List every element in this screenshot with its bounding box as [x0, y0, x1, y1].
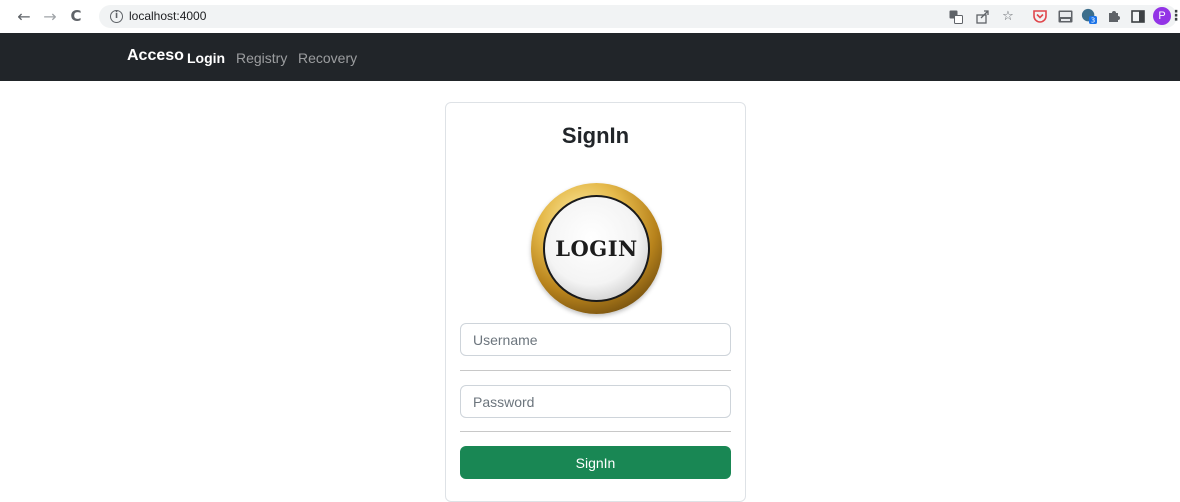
sidepanel-icon[interactable]: [1130, 8, 1146, 24]
url-text[interactable]: localhost:4000: [129, 9, 206, 23]
pocket-icon[interactable]: [1032, 8, 1048, 24]
username-input[interactable]: [460, 323, 731, 356]
extension-badge-count: 3: [1091, 15, 1096, 24]
forward-icon[interactable]: →: [40, 6, 60, 26]
reload-icon[interactable]: C: [66, 6, 86, 26]
app-navbar: Acceso Login Registry Recovery: [0, 33, 1180, 81]
keyboard-icon[interactable]: [1057, 8, 1073, 24]
login-logo-text: LOGIN: [555, 236, 638, 261]
back-icon[interactable]: ←: [14, 6, 34, 26]
signin-card: SignIn LOGIN SignIn: [445, 102, 746, 502]
menu-dots-icon[interactable]: ⋮: [1169, 8, 1180, 24]
card-title: SignIn: [561, 123, 630, 148]
signin-button[interactable]: SignIn: [460, 446, 731, 479]
nav-link-registry[interactable]: Registry: [236, 50, 287, 66]
puzzle-icon[interactable]: [1106, 8, 1122, 24]
site-info-icon[interactable]: i: [110, 10, 123, 23]
divider: [460, 431, 731, 432]
nav-link-recovery[interactable]: Recovery: [298, 50, 357, 66]
nav-link-login[interactable]: Login: [187, 50, 225, 66]
divider: [460, 370, 731, 371]
password-input[interactable]: [460, 385, 731, 418]
login-logo: LOGIN: [531, 183, 662, 314]
login-logo-face: LOGIN: [543, 195, 650, 302]
brand-link[interactable]: Acceso: [127, 47, 184, 65]
browser-toolbar: ← → C i localhost:4000 ☆ 3 P ⋮: [0, 0, 1180, 33]
bookmark-star-icon[interactable]: ☆: [1000, 8, 1016, 24]
extension-badge-icon[interactable]: 3: [1081, 8, 1097, 24]
share-icon[interactable]: [975, 9, 991, 25]
translate-icon[interactable]: [948, 9, 964, 25]
